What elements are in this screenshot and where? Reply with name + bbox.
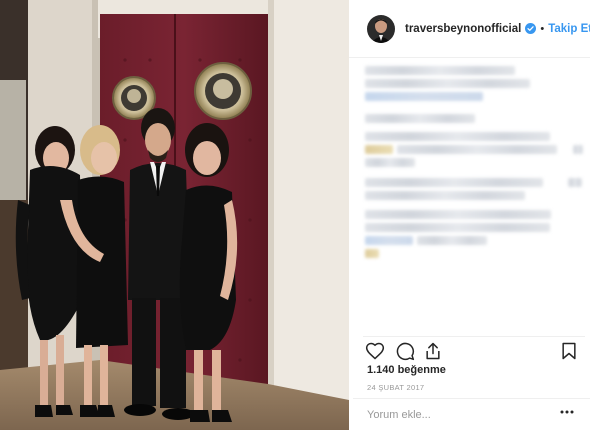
blurred-text-line (365, 223, 550, 232)
likes-count[interactable]: 1.140 beğenme (367, 364, 446, 376)
heart-icon (365, 342, 385, 360)
blurred-text-line (365, 191, 525, 200)
blurred-caption (363, 62, 585, 332)
avatar[interactable] (367, 14, 395, 43)
post-photo[interactable] (0, 0, 349, 430)
blurred-text-line (365, 132, 550, 141)
like-button[interactable] (365, 341, 385, 361)
post-date[interactable]: 24 ŞUBAT 2017 (367, 383, 424, 392)
comment-button[interactable] (395, 341, 415, 361)
blurred-text-line (365, 210, 551, 219)
separator-dot: • (540, 22, 545, 35)
blurred-text-line (365, 249, 379, 258)
verified-badge-icon (525, 23, 537, 34)
blurred-text-line (365, 79, 530, 88)
follow-button[interactable]: Takip Et (548, 23, 590, 35)
comment-input[interactable] (367, 408, 547, 421)
post-photo-illustration (0, 0, 349, 430)
bookmark-icon (562, 342, 576, 360)
blurred-text-line (365, 236, 413, 245)
blurred-text-line (568, 178, 582, 187)
blurred-text-line (365, 66, 515, 75)
instagram-post: traversbeynonofficial • Takip Et 1.140 b… (0, 0, 590, 430)
post-actions (363, 336, 585, 362)
share-button[interactable] (423, 341, 443, 361)
avatar-image (367, 14, 395, 43)
share-icon (426, 342, 440, 360)
comment-bar (353, 398, 590, 430)
more-options-icon[interactable] (560, 410, 574, 414)
comment-icon (396, 342, 415, 361)
blurred-text-line (365, 178, 543, 187)
post-side-panel: traversbeynonofficial • Takip Et 1.140 b… (349, 0, 590, 430)
blurred-text-line (417, 236, 487, 245)
post-header: traversbeynonofficial • Takip Et (349, 0, 590, 58)
username-link[interactable]: traversbeynonofficial (405, 23, 521, 35)
save-button[interactable] (559, 341, 579, 361)
blurred-text-line (397, 145, 557, 154)
blurred-text-line (573, 145, 583, 154)
blurred-text-line (365, 158, 415, 167)
blurred-text-line (365, 92, 483, 101)
blurred-text-line (365, 114, 475, 123)
blurred-text-line (365, 145, 393, 154)
